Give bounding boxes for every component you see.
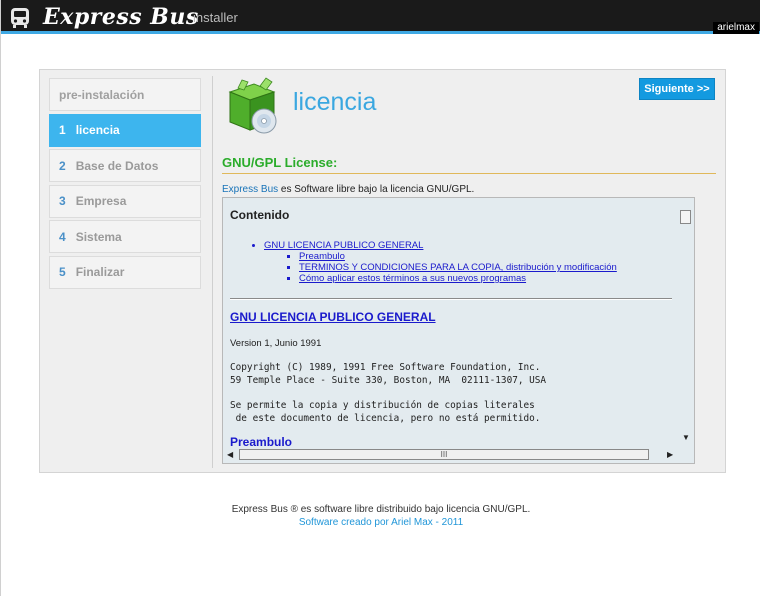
- toc-link-terms[interactable]: TERMINOS Y CONDICIONES PARA LA COPIA, di…: [299, 262, 617, 273]
- footer-credit: Software creado por Ariel Max - 2011: [298, 517, 464, 528]
- intro-text: Express Bus es Software libre bajo la li…: [222, 184, 474, 195]
- scroll-corner: [677, 446, 694, 463]
- document-rule: [230, 298, 672, 300]
- table-of-contents: GNU LICENCIA PUBLICO GENERAL Preambulo T…: [264, 240, 672, 284]
- app-subtitle: installer: [193, 10, 238, 25]
- step-number: 2: [59, 158, 66, 173]
- step-label: Finalizar: [75, 265, 125, 279]
- section-title: GNU/GPL License:: [222, 155, 338, 170]
- step-number: 1: [59, 123, 66, 137]
- contents-heading: Contenido: [230, 208, 290, 222]
- copyright-block: Copyright (C) 1989, 1991 Free Software F…: [230, 362, 547, 386]
- horizontal-scrollbar[interactable]: ◀ III ▶: [223, 446, 678, 463]
- permission-block: Se permite la copia y distribución de co…: [230, 400, 541, 424]
- step-number: 4: [59, 229, 66, 244]
- step-label: licencia: [75, 123, 120, 137]
- scroll-right-icon[interactable]: ▶: [667, 450, 673, 459]
- steps-sidebar: pre-instalación 1 licencia 2 Base de Dat…: [49, 78, 201, 291]
- step-label: Base de Datos: [75, 158, 159, 173]
- next-button[interactable]: Siguiente >>: [639, 78, 715, 100]
- toc-link-gnu-license[interactable]: GNU LICENCIA PUBLICO GENERAL: [264, 240, 423, 251]
- license-document: Contenido GNU LICENCIA PUBLICO GENERAL P…: [223, 198, 678, 447]
- sidebar-step-company[interactable]: 3 Empresa: [49, 184, 201, 218]
- sidebar-step-database[interactable]: 2 Base de Datos: [49, 149, 201, 182]
- section-rule: [222, 173, 716, 174]
- sidebar-step-preinstall[interactable]: pre-instalación: [49, 78, 201, 111]
- page-footer: Express Bus ® es software libre distribu…: [1, 503, 760, 529]
- app-brand: Express Bus: [43, 4, 199, 30]
- intro-link[interactable]: Express Bus: [222, 184, 278, 195]
- panel-divider: [212, 76, 213, 468]
- bus-icon: [11, 8, 29, 28]
- step-number: 3: [59, 194, 66, 208]
- step-label: pre-instalación: [59, 87, 145, 102]
- sidebar-step-license[interactable]: 1 licencia: [49, 113, 201, 147]
- step-label: Sistema: [75, 229, 122, 244]
- license-section-heading[interactable]: GNU LICENCIA PUBLICO GENERAL: [230, 310, 672, 324]
- step-number: 5: [59, 265, 66, 279]
- footer-license-text: Express Bus ® es software libre distribu…: [231, 504, 531, 515]
- sidebar-step-system[interactable]: 4 Sistema: [49, 220, 201, 253]
- toc-link-preamble[interactable]: Preambulo: [299, 251, 345, 262]
- license-viewer[interactable]: Contenido GNU LICENCIA PUBLICO GENERAL P…: [222, 197, 695, 464]
- step-label: Empresa: [75, 194, 127, 208]
- toc-link-how-to-apply[interactable]: Cómo aplicar estos términos a sus nuevos…: [299, 273, 526, 284]
- license-content: licencia Siguiente >> GNU/GPL License: E…: [220, 70, 720, 474]
- horizontal-scroll-thumb[interactable]: III: [239, 449, 649, 460]
- vertical-scroll-thumb[interactable]: [680, 210, 691, 224]
- scroll-left-icon[interactable]: ◀: [227, 450, 233, 459]
- top-bar: Express Bus installer arielmax: [1, 0, 760, 34]
- package-cd-icon: [228, 77, 277, 134]
- page-title: licencia: [293, 88, 377, 116]
- installer-page: Express Bus installer arielmax pre-insta…: [0, 0, 760, 596]
- license-version: Version 1, Junio 1991: [230, 338, 322, 349]
- username-label: arielmax: [713, 22, 759, 34]
- sidebar-step-finish[interactable]: 5 Finalizar: [49, 255, 201, 289]
- scroll-down-icon[interactable]: ▼: [682, 433, 690, 442]
- vertical-scrollbar[interactable]: ▼: [677, 198, 694, 447]
- installer-panel: pre-instalación 1 licencia 2 Base de Dat…: [39, 69, 726, 473]
- intro-body: es Software libre bajo la licencia GNU/G…: [278, 184, 475, 195]
